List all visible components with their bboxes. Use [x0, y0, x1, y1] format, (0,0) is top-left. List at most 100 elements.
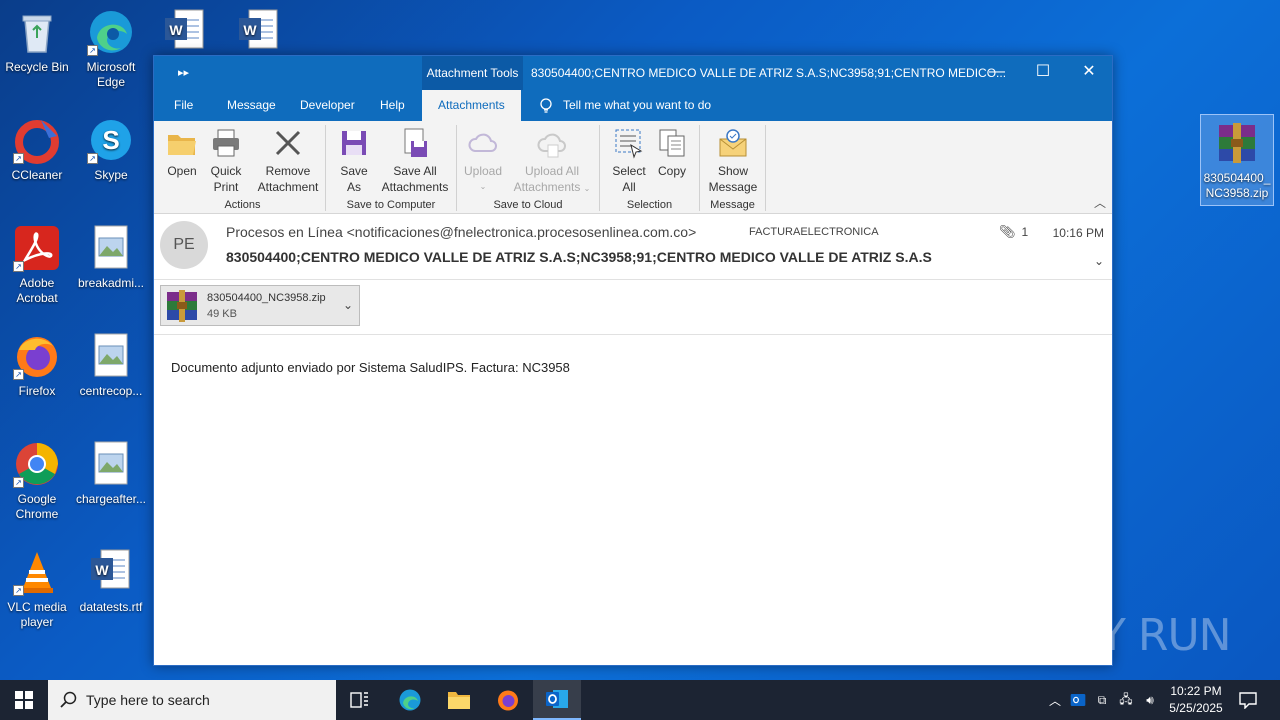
select-all-icon [613, 127, 645, 159]
maximize-button[interactable]: ☐ [1020, 56, 1066, 90]
desktop-icon-zip-file[interactable]: 830504400_NC3958.zip [1200, 114, 1274, 206]
desktop-icon-label: Firefox [18, 384, 56, 398]
title-bar: ▸▸ Attachment Tools 830504400;CENTRO MED… [154, 56, 1112, 90]
minimize-button[interactable]: — [974, 56, 1020, 90]
desktop-icon-chargeafter[interactable]: chargeafter... [74, 440, 148, 507]
outlook-message-window: ▸▸ Attachment Tools 830504400;CENTRO MED… [153, 55, 1113, 666]
desktop-icon-firefox[interactable]: ↗ Firefox [0, 332, 74, 399]
device-icon[interactable]: ⧉ [1090, 693, 1114, 708]
sender[interactable]: Procesos en Línea <notificaciones@fnelec… [226, 224, 696, 240]
desktop-icon-edge[interactable]: ↗ Microsoft Edge [74, 8, 148, 90]
collapse-ribbon-icon[interactable]: ︿ [1094, 194, 1106, 211]
tab-message[interactable]: Message [227, 90, 276, 121]
taskbar-search-box[interactable]: Type here to search [48, 680, 336, 720]
taskbar: Type here to search ︿ ⧉ 🖧︎ 🔊︎ 10:22 PM 5… [0, 680, 1280, 720]
open-label: Open [167, 164, 197, 178]
upload-label: Upload [463, 164, 503, 178]
desktop-icon-recycle-bin[interactable]: Recycle Bin [0, 8, 74, 75]
select-all-label-2: All [622, 180, 636, 194]
save-all-attachments-button[interactable]: Save All Attachments [378, 127, 452, 195]
copy-button[interactable]: Copy [654, 127, 690, 179]
contextual-tab-label: Attachment Tools [422, 56, 523, 90]
select-all-label-1: Select [612, 164, 646, 178]
save-all-label-1: Save All [393, 164, 437, 178]
remove-attachment-button[interactable]: Remove Attachment [254, 127, 322, 195]
taskbar-edge[interactable] [386, 680, 434, 720]
upload-all-attachments-button[interactable]: Upload All Attachments ⌄ [509, 127, 595, 197]
group-label-actions: Actions [224, 199, 261, 211]
taskbar-outlook[interactable] [533, 680, 581, 720]
desktop-icon-acrobat[interactable]: ↗ Adobe Acrobat [0, 224, 74, 306]
tab-file[interactable]: File [174, 90, 193, 121]
remove-label-1: Remove [265, 164, 311, 178]
desktop-icon-breakadmi[interactable]: breakadmi... [74, 224, 148, 291]
folder-open-icon [166, 127, 198, 159]
svg-text:W: W [169, 22, 183, 38]
chevron-down-icon: ⌄ [583, 184, 591, 193]
recipient[interactable]: FACTURAELECTRONICA [749, 226, 879, 238]
taskbar-firefox[interactable] [484, 680, 532, 720]
tab-developer[interactable]: Developer [300, 90, 355, 121]
show-message-button[interactable]: Show Message [704, 127, 762, 195]
task-view-button[interactable] [336, 680, 384, 720]
quick-access-overflow-icon[interactable]: ▸▸ [178, 66, 189, 79]
desktop-icon-datatests[interactable]: W datatests.rtf [74, 548, 148, 615]
desktop-icon-label: Google Chrome [15, 492, 59, 521]
desktop-icon-chrome[interactable]: ↗ Google Chrome [0, 440, 74, 522]
desktop-icon-label: Adobe Acrobat [16, 276, 58, 305]
search-placeholder: Type here to search [86, 692, 210, 708]
volume-icon[interactable]: 🔊︎ [1138, 693, 1162, 708]
desktop-icon-label: Skype [94, 168, 128, 182]
group-label-selection: Selection [626, 199, 673, 211]
upload-all-label-2-row: Attachments ⌄ [509, 179, 595, 197]
tell-me-label: Tell me what you want to do [563, 98, 712, 112]
desktop-icon-label: 830504400_NC3958.zip [1203, 171, 1271, 200]
save-as-button[interactable]: Save As [336, 127, 372, 195]
group-label-message: Message [710, 199, 755, 211]
save-all-icon [399, 127, 431, 159]
desktop-icon-centrecop[interactable]: centrecop... [74, 332, 148, 399]
cloud-upload-all-icon [536, 127, 568, 159]
shortcut-arrow-icon: ↗ [13, 369, 24, 380]
svg-text:W: W [243, 22, 257, 38]
desktop-icon-word-doc-2[interactable]: W [222, 8, 296, 60]
taskbar-clock[interactable]: 10:22 PM 5/25/2025 [1160, 683, 1232, 717]
vlc-icon: ↗ [13, 548, 61, 596]
shortcut-arrow-icon: ↗ [13, 477, 24, 488]
show-hidden-icons-chevron-icon[interactable]: ︿ [1044, 692, 1066, 709]
group-label-save-to-computer: Save to Computer [346, 199, 436, 211]
paperclip-icon: 📎︎ [999, 224, 1016, 239]
quick-print-button[interactable]: Quick Print [206, 127, 246, 195]
desktop-icon-vlc[interactable]: ↗ VLC media player [0, 548, 74, 630]
attachment-item[interactable]: 830504400_NC3958.zip 49 KB ⌄ [160, 285, 360, 326]
ribbon: Open Quick Print Remove Attachment Actio… [154, 121, 1112, 214]
clock-time: 10:22 PM [1170, 684, 1222, 698]
winrar-archive-icon [165, 290, 199, 322]
select-all-button[interactable]: Select All [608, 127, 650, 195]
desktop-icon-skype[interactable]: S ↗ Skype [74, 116, 148, 183]
remove-x-icon [272, 127, 304, 159]
outlook-tray-icon[interactable] [1066, 692, 1090, 708]
search-icon [60, 691, 77, 708]
tab-attachments[interactable]: Attachments [422, 90, 521, 121]
show-message-label-1: Show [717, 164, 749, 178]
attachment-dropdown-chevron-icon[interactable]: ⌄ [343, 298, 353, 312]
desktop-icon-ccleaner[interactable]: ↗ CCleaner [0, 116, 74, 183]
shortcut-arrow-icon: ↗ [87, 45, 98, 56]
expand-header-chevron-icon[interactable]: ⌄ [1094, 254, 1104, 268]
upload-button[interactable]: Upload ⌄ [461, 127, 505, 195]
start-button[interactable] [0, 680, 48, 720]
desktop-icon-word-doc-1[interactable]: W [148, 8, 222, 60]
word-document-icon: W [87, 548, 135, 596]
network-icon[interactable]: 🖧︎ [1114, 690, 1138, 711]
upload-all-label-2: Attachments [513, 180, 581, 194]
notification-center-button[interactable] [1224, 680, 1272, 720]
edge-icon [399, 689, 421, 711]
group-actions: Open Quick Print Remove Attachment Actio… [160, 125, 326, 211]
tab-help[interactable]: Help [380, 90, 405, 121]
close-button[interactable]: ✕ [1066, 56, 1112, 90]
desktop-icon-label: centrecop... [79, 384, 143, 398]
tell-me-box[interactable]: Tell me what you want to do [539, 90, 711, 121]
taskbar-file-explorer[interactable] [435, 680, 483, 720]
open-button[interactable]: Open [164, 127, 200, 179]
